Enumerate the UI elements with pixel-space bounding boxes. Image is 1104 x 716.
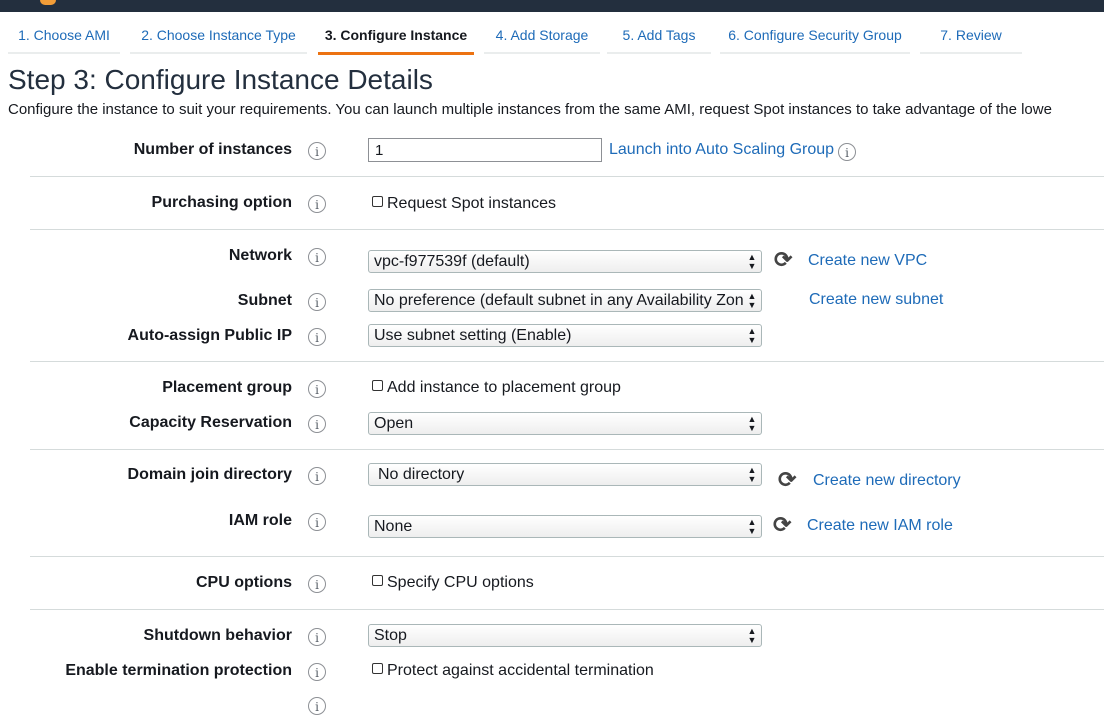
refresh-icon[interactable]: ⟳ (778, 469, 796, 491)
info-icon[interactable]: i (308, 328, 326, 346)
capacity-reservation-select[interactable]: Open ▲ ▼ (368, 412, 762, 435)
iam-role-value: None (374, 518, 413, 535)
cpu-options-checkbox[interactable]: Specify CPU options (372, 574, 534, 592)
section-divider (30, 361, 1104, 362)
select-arrows-icon: ▲ ▼ (745, 413, 759, 434)
create-new-subnet-link[interactable]: Create new subnet (809, 291, 943, 309)
refresh-icon[interactable]: ⟳ (774, 249, 792, 271)
select-arrows-icon: ▲ ▼ (745, 464, 759, 485)
tab-review[interactable]: 7. Review (920, 22, 1022, 54)
purchasing-option-label: Purchasing option (151, 194, 292, 211)
info-icon[interactable]: i (308, 195, 326, 213)
checkbox-box[interactable] (372, 575, 383, 586)
tab-choose-ami[interactable]: 1. Choose AMI (8, 22, 120, 54)
info-icon[interactable]: i (308, 248, 326, 266)
refresh-icon[interactable]: ⟳ (773, 514, 791, 536)
request-spot-label: Request Spot instances (387, 195, 556, 212)
info-icon[interactable]: i (308, 628, 326, 646)
select-arrows-icon: ▲ ▼ (745, 325, 759, 346)
number-of-instances-label: Number of instances (133, 141, 292, 158)
info-icon[interactable]: i (308, 467, 326, 485)
page-title: Step 3: Configure Instance Details (8, 64, 433, 95)
request-spot-checkbox[interactable]: Request Spot instances (372, 195, 556, 213)
info-icon[interactable]: i (308, 380, 326, 398)
section-divider (30, 176, 1104, 177)
checkbox-box[interactable] (372, 663, 383, 674)
select-arrows-icon: ▲ ▼ (745, 251, 759, 272)
network-select[interactable]: vpc-f977539f (default) ▲ ▼ (368, 250, 762, 273)
iam-role-label: IAM role (228, 512, 292, 529)
capacity-reservation-value: Open (374, 415, 414, 432)
domain-join-select[interactable]: No directory ▲ ▼ (368, 463, 762, 486)
create-new-directory-link[interactable]: Create new directory (813, 472, 961, 490)
tab-choose-instance-type[interactable]: 2. Choose Instance Type (130, 22, 307, 54)
aws-header-bar (0, 0, 1104, 12)
select-arrows-icon: ▲ ▼ (745, 516, 759, 537)
section-divider (30, 609, 1104, 610)
shutdown-behavior-select[interactable]: Stop ▲ ▼ (368, 624, 762, 647)
info-icon[interactable]: i (308, 415, 326, 433)
tab-add-tags[interactable]: 5. Add Tags (607, 22, 711, 54)
subnet-value: No preference (default subnet in any Ava… (374, 292, 744, 309)
termination-protection-label: Enable termination protection (65, 662, 292, 679)
info-icon[interactable]: i (838, 143, 856, 161)
launch-auto-scaling-link[interactable]: Launch into Auto Scaling Group (609, 141, 834, 159)
tab-configure-instance[interactable]: 3. Configure Instance (318, 22, 474, 55)
checkbox-box[interactable] (372, 380, 383, 391)
shutdown-behavior-label: Shutdown behavior (143, 627, 292, 644)
public-ip-value: Use subnet setting (Enable) (374, 327, 572, 344)
create-new-vpc-link[interactable]: Create new VPC (808, 252, 927, 270)
info-icon[interactable]: i (308, 142, 326, 160)
select-arrows-icon: ▲ ▼ (745, 625, 759, 646)
shutdown-behavior-value: Stop (374, 627, 407, 644)
iam-role-select[interactable]: None ▲ ▼ (368, 515, 762, 538)
termination-protection-checkbox[interactable]: Protect against accidental termination (372, 662, 654, 680)
domain-join-value: No directory (378, 466, 465, 483)
create-new-iam-role-link[interactable]: Create new IAM role (807, 517, 953, 535)
number-of-instances-input[interactable] (368, 138, 602, 162)
select-arrows-icon: ▲ ▼ (745, 290, 759, 311)
placement-group-checkbox[interactable]: Add instance to placement group (372, 379, 621, 397)
subnet-label: Subnet (237, 292, 292, 309)
info-icon[interactable]: i (308, 513, 326, 531)
section-divider (30, 229, 1104, 230)
network-label: Network (228, 247, 292, 264)
network-value: vpc-f977539f (default) (374, 253, 530, 270)
section-divider (30, 556, 1104, 557)
auto-assign-public-ip-label: Auto-assign Public IP (127, 327, 292, 344)
info-icon[interactable]: i (308, 663, 326, 681)
placement-group-label: Placement group (162, 379, 292, 396)
domain-join-label: Domain join directory (127, 466, 292, 483)
info-icon[interactable]: i (308, 293, 326, 311)
info-icon[interactable]: i (308, 575, 326, 593)
checkbox-box[interactable] (372, 196, 383, 207)
placement-group-checkbox-label: Add instance to placement group (387, 379, 621, 396)
capacity-reservation-label: Capacity Reservation (129, 414, 292, 431)
cpu-options-checkbox-label: Specify CPU options (387, 574, 534, 591)
public-ip-select[interactable]: Use subnet setting (Enable) ▲ ▼ (368, 324, 762, 347)
tab-configure-security-group[interactable]: 6. Configure Security Group (720, 22, 910, 54)
subnet-select[interactable]: No preference (default subnet in any Ava… (368, 289, 762, 312)
page-description: Configure the instance to suit your requ… (8, 101, 1052, 118)
cpu-options-label: CPU options (196, 574, 292, 591)
termination-protection-checkbox-label: Protect against accidental termination (387, 662, 654, 679)
tab-add-storage[interactable]: 4. Add Storage (484, 22, 600, 54)
section-divider (30, 449, 1104, 450)
aws-logo[interactable] (40, 0, 56, 5)
